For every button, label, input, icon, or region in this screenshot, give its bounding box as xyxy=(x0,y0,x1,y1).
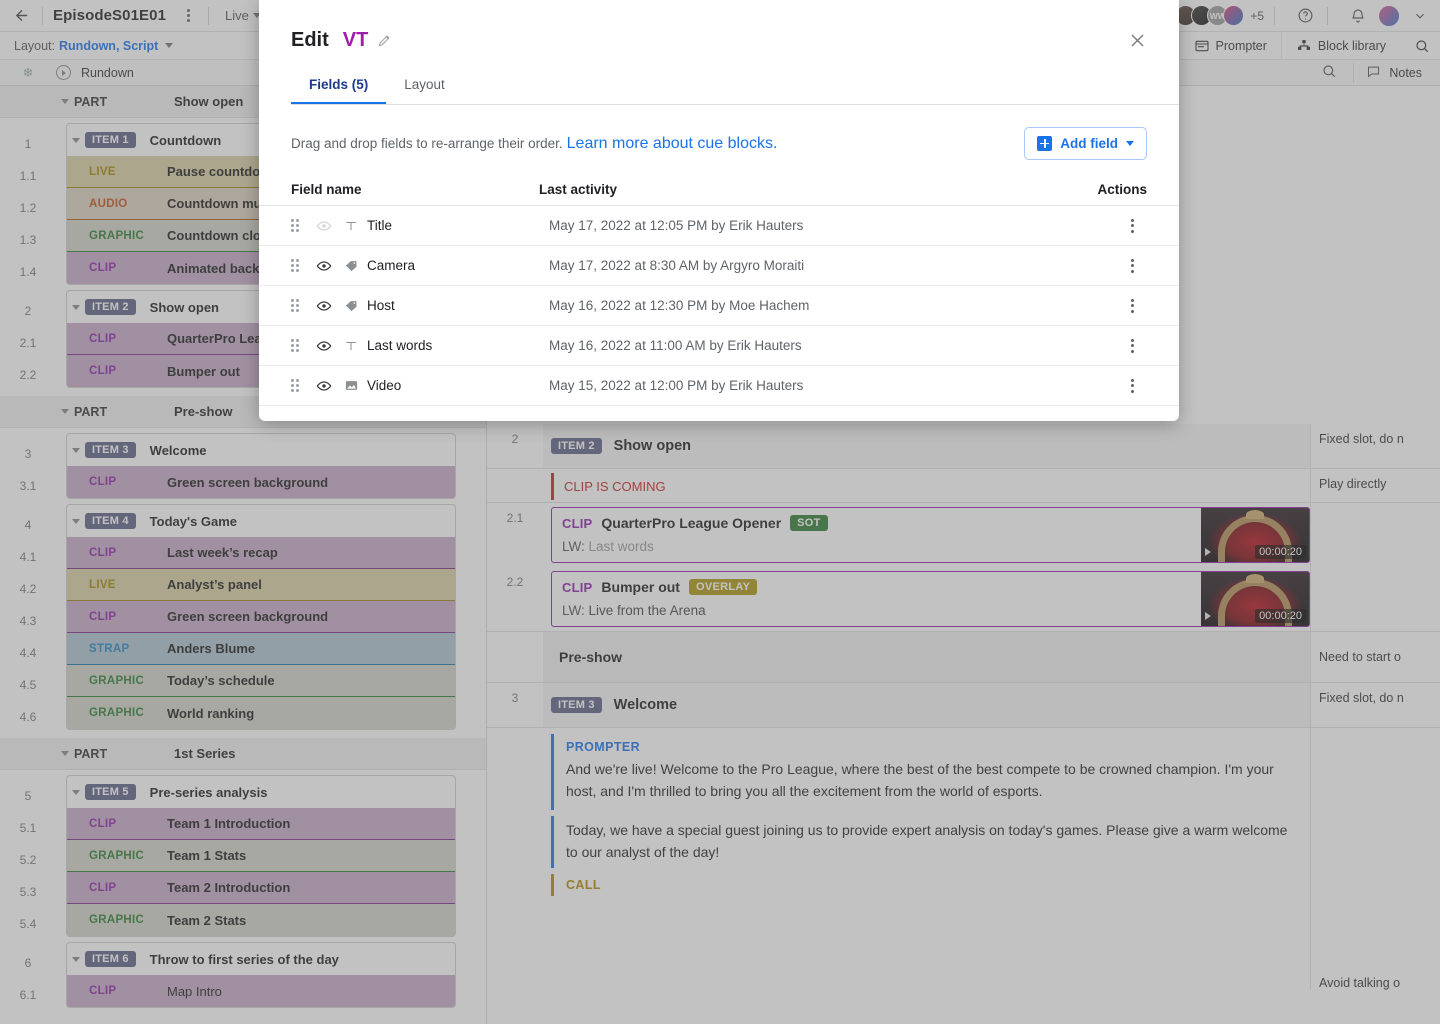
learn-more-link[interactable]: Learn more about cue blocks. xyxy=(567,135,778,153)
row-actions-button[interactable] xyxy=(1117,298,1147,313)
table-row[interactable]: Title May 17, 2022 at 12:05 PM by Erik H… xyxy=(259,206,1179,246)
field-name: Video xyxy=(367,378,402,393)
eye-icon[interactable] xyxy=(315,377,333,395)
eye-icon[interactable] xyxy=(315,257,333,275)
text-field-icon xyxy=(341,219,361,233)
drag-handle-icon[interactable] xyxy=(291,259,303,272)
row-actions-button[interactable] xyxy=(1117,258,1147,273)
field-name: Title xyxy=(367,218,393,233)
plus-square-icon xyxy=(1037,136,1053,151)
field-name: Last words xyxy=(367,338,433,353)
modal-header: Edit VT xyxy=(259,0,1179,54)
fields-table-body: Title May 17, 2022 at 12:05 PM by Erik H… xyxy=(259,206,1179,406)
pencil-icon[interactable] xyxy=(377,33,392,48)
help-text: Drag and drop fields to re-arrange their… xyxy=(291,136,563,151)
add-field-label: Add field xyxy=(1060,136,1118,151)
image-field-icon xyxy=(341,378,361,393)
field-last-activity: May 17, 2022 at 8:30 AM by Argyro Morait… xyxy=(549,258,805,273)
fields-table-header: Field name Last activity Actions xyxy=(259,160,1179,206)
drag-handle-icon[interactable] xyxy=(291,299,303,312)
column-header-field-name: Field name xyxy=(291,182,362,197)
tag-field-icon xyxy=(341,258,361,273)
drag-handle-icon[interactable] xyxy=(291,219,303,232)
close-icon[interactable] xyxy=(1123,26,1151,54)
field-last-activity: May 17, 2022 at 12:05 PM by Erik Hauters xyxy=(549,218,804,233)
column-header-last-activity: Last activity xyxy=(539,182,618,197)
drag-handle-icon[interactable] xyxy=(291,379,303,392)
row-actions-button[interactable] xyxy=(1117,218,1147,233)
drag-handle-icon[interactable] xyxy=(291,339,303,352)
text-field-icon xyxy=(341,339,361,353)
tab-fields[interactable]: Fields (5) xyxy=(291,68,387,104)
table-row[interactable]: Camera May 17, 2022 at 8:30 AM by Argyro… xyxy=(259,246,1179,286)
modal-help-row: Drag and drop fields to re-arrange their… xyxy=(259,105,1179,160)
row-actions-button[interactable] xyxy=(1117,378,1147,393)
field-name: Camera xyxy=(367,258,416,273)
chevron-down-icon xyxy=(1126,141,1134,146)
tag-field-icon xyxy=(341,298,361,313)
add-field-button[interactable]: Add field xyxy=(1024,127,1147,160)
modal-title: Edit xyxy=(291,28,329,51)
eye-icon[interactable] xyxy=(315,217,333,235)
row-actions-button[interactable] xyxy=(1117,338,1147,353)
tab-layout[interactable]: Layout xyxy=(386,68,463,104)
eye-icon[interactable] xyxy=(315,337,333,355)
field-last-activity: May 15, 2022 at 12:00 PM by Erik Hauters xyxy=(549,378,804,393)
modal-subject: VT xyxy=(342,28,369,51)
field-last-activity: May 16, 2022 at 12:30 PM by Moe Hachem xyxy=(549,298,810,313)
modal-tabs: Fields (5) Layout xyxy=(291,68,1179,105)
field-name: Host xyxy=(367,298,395,313)
table-row[interactable]: Last words May 16, 2022 at 11:00 AM by E… xyxy=(259,326,1179,366)
table-row[interactable]: Video May 15, 2022 at 12:00 PM by Erik H… xyxy=(259,366,1179,406)
field-last-activity: May 16, 2022 at 11:00 AM by Erik Hauters xyxy=(549,338,802,353)
table-row[interactable]: Host May 16, 2022 at 12:30 PM by Moe Hac… xyxy=(259,286,1179,326)
eye-icon[interactable] xyxy=(315,297,333,315)
edit-cue-block-modal: Edit VT Fields (5) Layout Drag and drop … xyxy=(259,0,1179,421)
column-header-actions: Actions xyxy=(1097,182,1147,197)
app-root: EpisodeS01E01 Live 15:00:00 17:00:00 02:… xyxy=(0,0,1440,1024)
